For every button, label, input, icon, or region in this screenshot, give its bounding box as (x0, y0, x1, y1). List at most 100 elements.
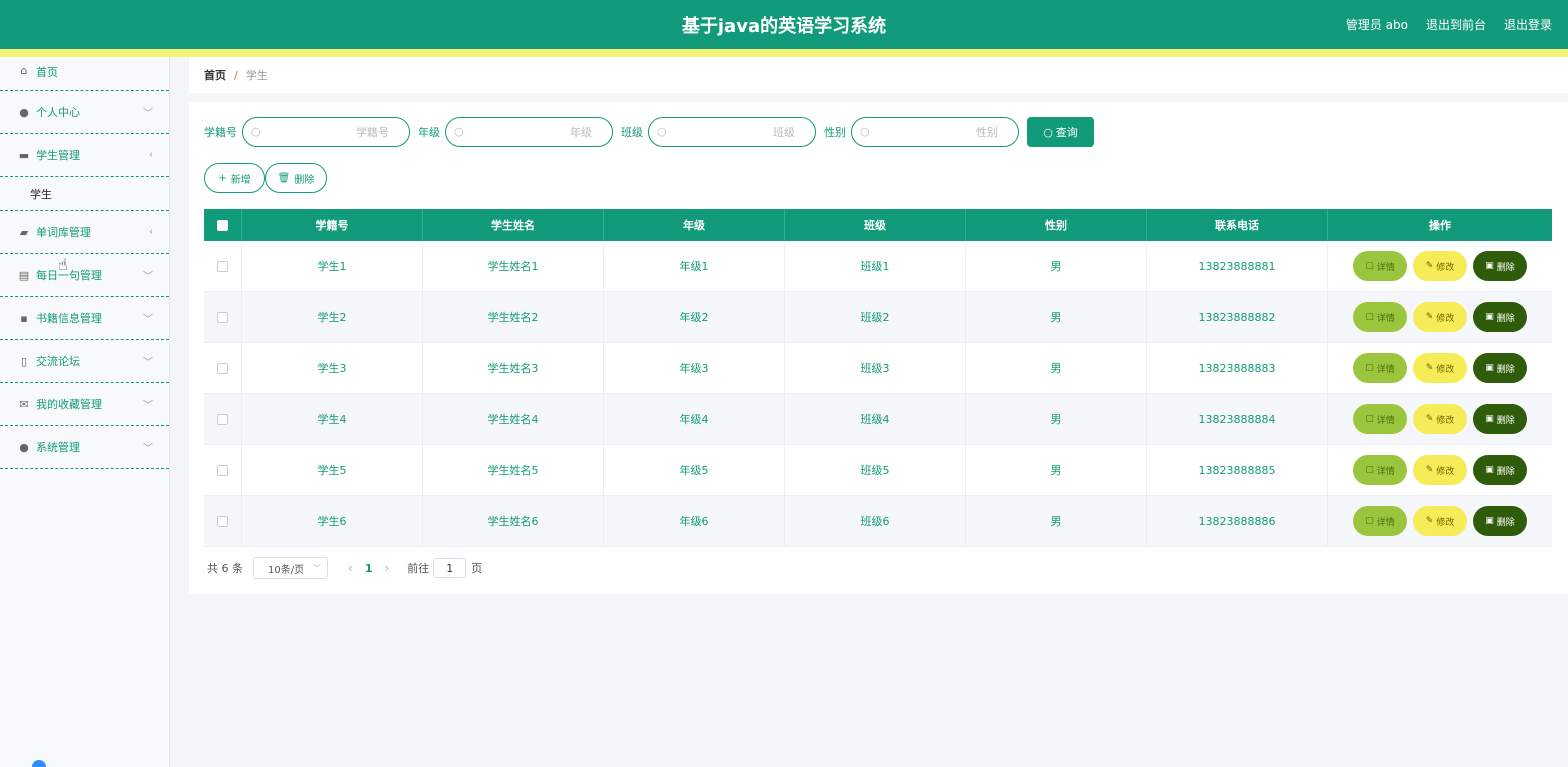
delete-button-label: 删除 (1496, 313, 1515, 324)
delete-button[interactable]: ▣ 删除 (1473, 506, 1527, 536)
row-checkbox[interactable] (217, 362, 228, 374)
delete-button[interactable]: ▣ 删除 (1473, 302, 1527, 332)
cell-student-name: 学生姓名2 (423, 292, 604, 342)
student-id-field[interactable]: ○ (242, 117, 410, 147)
table-row: 学生3 学生姓名3 年级3 班级3 男 13823888883 ▢ 详情 ✎ 修改 ▣ 删除 (204, 343, 1552, 394)
detail-button[interactable]: ▢ 详情 (1353, 455, 1407, 485)
detail-button[interactable]: ▢ 详情 (1353, 404, 1407, 434)
sidebar-item-home[interactable]: ⌂ 首页 (0, 57, 169, 91)
edit-button[interactable]: ✎ 修改 (1413, 455, 1467, 485)
row-checkbox[interactable] (217, 413, 228, 425)
page-size-select[interactable]: 10条/页 ﹀ (253, 557, 328, 579)
delete-button-label: 删除 (1496, 466, 1515, 477)
select-all-checkbox[interactable] (217, 219, 228, 231)
sidebar-item-favorites[interactable]: ✉ 我的收藏管理 ﹀ (0, 383, 169, 426)
chevron-down-icon: ﹀ (143, 443, 153, 455)
cell-student-name: 学生姓名6 (423, 496, 604, 546)
grade-input[interactable] (446, 118, 612, 146)
sidebar-subitem-student[interactable]: 学生 (0, 177, 169, 211)
cell-class: 班级6 (785, 496, 966, 546)
cell-class: 班级3 (785, 343, 966, 393)
edit-button[interactable]: ✎ 修改 (1413, 302, 1467, 332)
sidebar-item-personal-center[interactable]: ● 个人中心 ﹀ (0, 91, 169, 134)
student-id-input[interactable] (243, 118, 409, 146)
edit-button-label: 修改 (1436, 517, 1455, 528)
total-count: 共 6 条 (207, 562, 243, 575)
row-checkbox[interactable] (217, 464, 228, 476)
cell-student-id: 学生4 (242, 394, 423, 444)
goto-label: 前往 (407, 562, 430, 575)
detail-button[interactable]: ▢ 详情 (1353, 506, 1407, 536)
delete-button-label: 删除 (1496, 262, 1515, 273)
student-table: 学籍号 学生姓名 年级 班级 性别 联系电话 操作 学生1 学生姓名1 年级1 班级1… (204, 209, 1552, 547)
batch-delete-button[interactable]: 🗑 删除 (265, 163, 327, 193)
cell-grade: 年级5 (604, 445, 785, 495)
gender-field[interactable]: ○ (851, 117, 1019, 147)
gender-input[interactable] (852, 118, 1018, 146)
sidebar-item-word-bank[interactable]: ▰ 单词库管理 ‹ (0, 211, 169, 254)
cell-class: 班级5 (785, 445, 966, 495)
breadcrumb: 首页 / 学生 (189, 57, 1568, 93)
cell-gender: 男 (966, 496, 1147, 546)
add-button-label: 新增 (230, 174, 251, 186)
sidebar-item-label: 单词库管理 (36, 226, 91, 239)
floating-dot (32, 760, 46, 767)
grade-field[interactable]: ○ (445, 117, 613, 147)
cell-phone: 13823888883 (1147, 343, 1328, 393)
row-checkbox[interactable] (217, 311, 228, 323)
sidebar-item-daily-sentence[interactable]: ▤ 每日一句管理 ﹀ (0, 254, 169, 297)
sidebar-item-forum[interactable]: ▯ 交流论坛 ﹀ (0, 340, 169, 383)
class-field[interactable]: ○ (648, 117, 816, 147)
breadcrumb-separator: / (234, 68, 238, 82)
delete-button-label: 删除 (1496, 517, 1515, 528)
edit-button-label: 修改 (1436, 364, 1455, 375)
edit-button[interactable]: ✎ 修改 (1413, 353, 1467, 383)
page-number[interactable]: 1 (365, 562, 373, 575)
column-header: 性别 (966, 209, 1147, 241)
trash-icon: ▣ (1485, 363, 1494, 373)
exit-to-front-link[interactable]: 退出到前台 (1426, 16, 1486, 33)
sidebar-item-system[interactable]: ● 系统管理 ﹀ (0, 426, 169, 469)
edit-button[interactable]: ✎ 修改 (1413, 404, 1467, 434)
sidebar-item-student-management[interactable]: ▬ 学生管理 ‹ (0, 134, 169, 177)
row-checkbox[interactable] (217, 260, 228, 272)
sidebar-item-book-info[interactable]: ▪ 书籍信息管理 ﹀ (0, 297, 169, 340)
user-icon: ● (19, 105, 29, 119)
current-user: 管理员 abo (1345, 18, 1408, 32)
delete-button[interactable]: ▣ 删除 (1473, 251, 1527, 281)
edit-button[interactable]: ✎ 修改 (1413, 506, 1467, 536)
add-button[interactable]: + 新增 (204, 163, 265, 193)
edit-button[interactable]: ✎ 修改 (1413, 251, 1467, 281)
main-panel: 学籍号 ○ 年级 ○ 班级 ○ 性别 ○ ○ 查询 + 新增 🗑 (189, 102, 1568, 594)
document-icon: ▢ (1365, 414, 1374, 424)
logout-link[interactable]: 退出登录 (1504, 16, 1552, 33)
detail-button[interactable]: ▢ 详情 (1353, 251, 1407, 281)
pagination: 共 6 条 10条/页 ﹀ ‹ 1 › 前往 页 (207, 557, 482, 579)
goto-page-input[interactable] (433, 558, 467, 578)
chevron-down-icon: ﹀ (313, 563, 321, 573)
query-button[interactable]: ○ 查询 (1027, 117, 1094, 147)
cell-student-name: 学生姓名3 (423, 343, 604, 393)
delete-button[interactable]: ▣ 删除 (1473, 455, 1527, 485)
sidebar: ⌂ 首页 ● 个人中心 ﹀ ▬ 学生管理 ‹ 学生 ▰ 单词库管理 ‹ ▤ 每日… (0, 57, 170, 767)
sidebar-item-label: 我的收藏管理 (36, 398, 102, 411)
next-page-button[interactable]: › (384, 561, 389, 575)
mail-icon: ✉ (19, 397, 29, 411)
top-header: 基于java的英语学习系统 管理员 abo 退出到前台 退出登录 (0, 0, 1568, 49)
delete-button[interactable]: ▣ 删除 (1473, 353, 1527, 383)
cell-gender: 男 (966, 445, 1147, 495)
sidebar-item-label: 学生管理 (36, 149, 80, 162)
detail-button[interactable]: ▢ 详情 (1353, 353, 1407, 383)
prev-page-button[interactable]: ‹ (348, 561, 353, 575)
cell-class: 班级2 (785, 292, 966, 342)
delete-button[interactable]: ▣ 删除 (1473, 404, 1527, 434)
breadcrumb-home[interactable]: 首页 (204, 67, 226, 83)
edit-button-label: 修改 (1436, 466, 1455, 477)
detail-button[interactable]: ▢ 详情 (1353, 302, 1407, 332)
class-input[interactable] (649, 118, 815, 146)
table-row: 学生6 学生姓名6 年级6 班级6 男 13823888886 ▢ 详情 ✎ 修改 ▣ 删除 (204, 496, 1552, 547)
trash-icon: ▣ (1485, 261, 1494, 271)
row-checkbox[interactable] (217, 515, 228, 527)
home-icon: ⌂ (20, 63, 28, 77)
sidebar-item-label: 个人中心 (36, 106, 80, 119)
